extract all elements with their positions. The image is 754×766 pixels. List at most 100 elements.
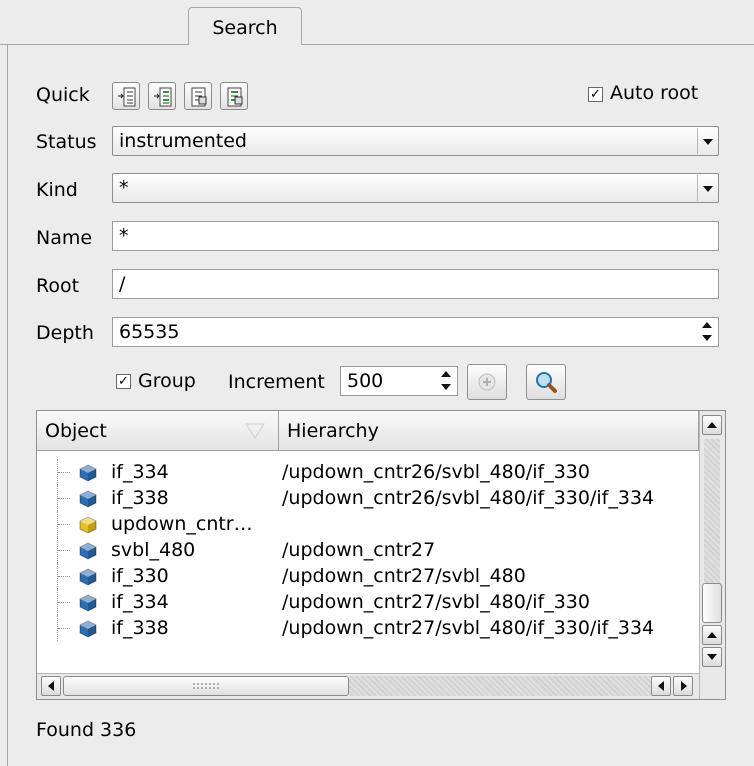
scroll-right-button[interactable] [673,676,693,696]
kind-select[interactable]: * [112,173,719,203]
tree-guide-branch [58,524,70,526]
expand-selected-icon [154,87,172,107]
table-row[interactable]: updown_cntr… [37,511,702,537]
add-button[interactable] [467,364,507,400]
results-tree[interactable]: Object Hierarchy if_334/updown_cntr26/sv… [36,410,726,700]
vertical-scrollbar[interactable] [699,411,725,699]
status-label: Status [36,131,97,153]
row-hierarchy: /updown_cntr26/svbl_480/if_330 [282,461,590,483]
column-header-hierarchy[interactable]: Hierarchy [279,411,699,451]
blue-cube-icon [79,542,97,560]
collapse-all-icon [191,87,207,107]
name-value: * [119,225,129,247]
depth-label: Depth [36,322,94,344]
tree-guide-branch [58,628,70,630]
tab-strip-divider [0,44,754,45]
tab-search[interactable]: Search [188,7,302,45]
row-hierarchy: /updown_cntr27/svbl_480 [282,565,526,587]
auto-root-checkbox[interactable]: ✓ [588,87,603,102]
status-value: instrumented [119,130,247,152]
blue-cube-icon [79,620,97,638]
table-row[interactable]: if_338/updown_cntr26/svbl_480/if_330/if_… [37,485,702,511]
plus-circle-icon [478,373,496,391]
increment-value: 500 [347,370,384,392]
search-icon [536,372,557,393]
tree-guide-branch [58,472,70,474]
yellow-cube-icon [79,516,97,534]
depth-value: 65535 [119,321,180,343]
expand-all-button[interactable] [112,82,140,110]
spin-down-icon[interactable] [436,381,456,394]
row-hierarchy: /updown_cntr27/svbl_480/if_330/if_334 [282,617,655,639]
table-row[interactable]: if_338/updown_cntr27/svbl_480/if_330/if_… [37,615,702,641]
group-label: Group [138,370,196,392]
tree-guide-branch [58,498,70,500]
depth-spin[interactable] [697,319,717,345]
chevron-down-icon [697,175,717,201]
scroll-left-button-right[interactable] [651,676,671,696]
increment-spinbox[interactable]: 500 [340,366,458,396]
quick-label: Quick [36,84,90,106]
scroll-thumb[interactable] [702,583,722,623]
column-object-label: Object [45,420,107,442]
row-object: svbl_480 [111,539,196,561]
chevron-down-icon [697,128,717,154]
table-row[interactable]: if_330/updown_cntr27/svbl_480 [37,563,702,589]
row-object: if_334 [111,591,169,613]
name-label: Name [36,227,93,249]
sort-indicator-icon [245,423,265,439]
spin-up-icon[interactable] [697,319,717,332]
tab-cover [189,44,301,46]
collapse-selected-icon [227,87,243,107]
row-hierarchy: /updown_cntr27/svbl_480/if_330 [282,591,590,613]
grip-icon [192,682,220,690]
auto-root-label: Auto root [610,82,699,104]
scroll-down-button[interactable] [702,647,722,667]
expand-selected-button[interactable] [148,82,176,110]
row-object: if_334 [111,461,169,483]
horizontal-scrollbar[interactable] [37,673,699,699]
row-object: if_338 [111,617,169,639]
scroll-track[interactable] [704,439,720,583]
scroll-up-button-lower[interactable] [702,625,722,645]
blue-cube-icon [79,464,97,482]
root-label: Root [36,275,80,297]
root-input[interactable]: / [112,269,719,299]
collapse-all-button[interactable] [184,82,212,110]
spin-up-icon[interactable] [436,368,456,381]
blue-cube-icon [79,568,97,586]
search-button[interactable] [526,364,566,400]
table-row[interactable]: svbl_480/updown_cntr27 [37,537,702,563]
depth-spinbox[interactable]: 65535 [112,317,719,347]
increment-label: Increment [228,371,325,393]
scroll-up-button[interactable] [702,415,722,435]
row-object: if_330 [111,565,169,587]
increment-spin[interactable] [436,368,456,394]
row-hierarchy: /updown_cntr27 [282,539,436,561]
horizontal-scroll-thumb[interactable] [63,676,349,696]
kind-value: * [119,177,129,199]
group-checkbox[interactable]: ✓ [116,374,131,389]
root-value: / [119,273,126,295]
panel-border [7,44,8,766]
column-hierarchy-label: Hierarchy [287,420,379,442]
tree-guide-branch [58,602,70,604]
expand-all-icon [118,87,136,107]
row-object: if_338 [111,487,169,509]
scroll-left-button[interactable] [41,676,61,696]
column-header-object[interactable]: Object [37,411,279,451]
table-row[interactable]: if_334/updown_cntr26/svbl_480/if_330 [37,459,702,485]
status-select[interactable]: instrumented [112,126,719,156]
row-object: updown_cntr… [111,513,253,535]
row-hierarchy: /updown_cntr26/svbl_480/if_330/if_334 [282,487,655,509]
spin-down-icon[interactable] [697,332,717,345]
collapse-selected-button[interactable] [220,82,248,110]
name-input[interactable]: * [112,221,719,251]
found-count: Found 336 [36,719,137,741]
table-row[interactable]: if_334/updown_cntr27/svbl_480/if_330 [37,589,702,615]
horizontal-scroll-track[interactable] [349,676,651,696]
tree-guide-branch [58,576,70,578]
kind-label: Kind [36,179,78,201]
blue-cube-icon [79,490,97,508]
tree-guide-branch [58,550,70,552]
